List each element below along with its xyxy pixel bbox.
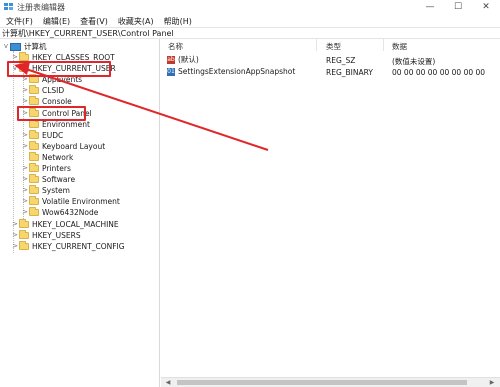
tree-item-software[interactable]: > Software [21,174,75,185]
folder-icon [29,174,39,183]
tree-label: Keyboard Layout [42,142,106,151]
minimize-button[interactable]: — [416,0,444,14]
binary-value-icon: 01 [167,67,175,76]
value-name: SettingsExtensionAppSnapshot [178,67,296,76]
tree-item-hkey-users[interactable]: > HKEY_USERS [11,230,81,241]
scroll-left-icon[interactable]: ◀ [163,378,173,387]
folder-icon [29,85,39,94]
tree-label: Environment [42,120,90,129]
horizontal-scrollbar[interactable]: ◀ ▶ [161,377,500,387]
tree-item-clsid[interactable]: > CLSID [21,85,64,96]
tree-item-system[interactable]: > System [21,185,70,196]
chevron-right-icon[interactable]: > [21,207,29,218]
tree-label: Software [42,175,76,184]
scroll-right-icon[interactable]: ▶ [487,378,497,387]
registry-editor-icon [4,3,13,10]
tree-label: Network [42,153,74,162]
maximize-button[interactable]: ☐ [444,0,472,14]
chevron-right-icon[interactable]: > [21,130,29,141]
tree-label: HKEY_LOCAL_MACHINE [32,220,119,229]
chevron-right-icon[interactable]: > [21,163,29,174]
chevron-right-icon[interactable]: > [21,85,29,96]
chevron-right-icon[interactable]: > [21,196,29,207]
window-title: 注册表编辑器 [17,3,65,12]
value-name: (默认) [178,55,199,64]
value-type: REG_BINARY [326,68,373,77]
tree-item-wow6432node[interactable]: > Wow6432Node [21,207,98,218]
column-separator[interactable] [383,39,384,51]
title-bar: 注册表编辑器 — ☐ ✕ [0,0,500,14]
chevron-right-icon[interactable]: > [11,230,19,241]
value-row[interactable]: ab (默认) [167,54,199,65]
value-data: 00 00 00 00 00 00 00 00 [392,68,486,77]
tree-label: System [42,186,70,195]
menu-favorites[interactable]: 收藏夹(A) [115,14,157,27]
folder-icon [19,241,29,250]
folder-icon [29,119,39,128]
folder-icon [29,96,39,105]
tree-label: Console [42,97,72,106]
value-type: REG_SZ [326,56,356,65]
column-header-data[interactable]: 数据 [392,41,407,52]
tree-item-hkey-local-machine[interactable]: > HKEY_LOCAL_MACHINE [11,219,119,230]
highlight-box-control-panel [17,106,86,121]
folder-icon [19,219,29,228]
computer-icon [10,42,21,51]
folder-icon [29,141,39,150]
chevron-down-icon[interactable]: v [2,41,10,52]
folder-icon [29,207,39,216]
menu-edit[interactable]: 编辑(E) [40,14,73,27]
column-header-name[interactable]: 名称 [168,41,183,52]
tree-item-eudc[interactable]: > EUDC [21,130,63,141]
highlight-box-hkey-current-user [7,61,111,77]
address-bar[interactable]: 计算机\HKEY_CURRENT_USER\Control Panel [0,27,500,39]
column-header-type[interactable]: 类型 [326,41,341,52]
chevron-right-icon[interactable]: > [21,185,29,196]
chevron-right-icon[interactable]: > [21,174,29,185]
folder-icon [29,152,39,161]
menu-help[interactable]: 帮助(H) [161,14,195,27]
folder-icon [19,52,29,61]
tree-label: Wow6432Node [42,208,99,217]
folder-icon [19,230,29,239]
tree-item-network[interactable]: Network [21,152,73,163]
folder-icon [29,185,39,194]
tree-root-computer[interactable]: v 计算机 [2,41,47,52]
tree-label: EUDC [42,131,64,140]
value-list-pane[interactable]: 名称 类型 数据 ab (默认) REG_SZ (数值未设置) 01 Setti… [161,39,500,387]
chevron-right-icon[interactable]: > [11,241,19,252]
column-separator[interactable] [316,39,317,51]
folder-icon [29,130,39,139]
folder-icon [29,163,39,172]
tree-label: 计算机 [24,42,47,51]
tree-item-keyboard-layout[interactable]: > Keyboard Layout [21,141,105,152]
tree-expander [21,152,29,163]
tree-label: Volatile Environment [42,197,120,206]
folder-icon [29,196,39,205]
chevron-right-icon[interactable]: > [11,219,19,230]
menu-file[interactable]: 文件(F) [3,14,36,27]
close-button[interactable]: ✕ [472,0,500,14]
tree-item-hkey-current-config[interactable]: > HKEY_CURRENT_CONFIG [11,241,125,252]
scrollbar-thumb[interactable] [177,380,467,385]
tree-label: CLSID [42,86,65,95]
tree-label: Printers [42,164,71,173]
tree-item-volatile-environment[interactable]: > Volatile Environment [21,196,120,207]
chevron-right-icon[interactable]: > [21,141,29,152]
menu-view[interactable]: 查看(V) [77,14,111,27]
tree-item-printers[interactable]: > Printers [21,163,71,174]
folder-icon [29,74,39,83]
value-data: (数值未设置) [392,57,436,66]
key-tree-pane[interactable]: v 计算机 > HKEY_CLASSES_ROOT v HKEY_CURRENT… [0,39,160,387]
tree-label: HKEY_CURRENT_CONFIG [32,242,125,251]
menu-bar: 文件(F) 编辑(E) 查看(V) 收藏夹(A) 帮助(H) [0,14,500,27]
string-value-icon: ab [167,55,175,64]
value-row[interactable]: 01 SettingsExtensionAppSnapshot [167,66,295,77]
tree-label: HKEY_USERS [32,231,81,240]
